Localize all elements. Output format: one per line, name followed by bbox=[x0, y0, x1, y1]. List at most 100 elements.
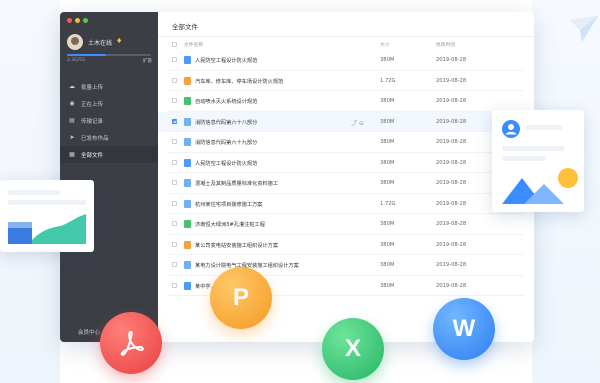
file-size: 380M bbox=[380, 57, 395, 63]
sidebar-item-label: 传输记录 bbox=[81, 118, 104, 125]
column-header-size[interactable]: 大小 bbox=[380, 41, 390, 48]
row-checkbox[interactable] bbox=[172, 221, 177, 226]
maximize-window-button[interactable] bbox=[83, 18, 88, 23]
column-header-date[interactable]: 修改时间 bbox=[436, 41, 455, 48]
row-checkbox[interactable] bbox=[172, 241, 177, 247]
row-actions: ⤴ ⊖ bbox=[351, 118, 364, 127]
acrobat-icon bbox=[120, 331, 144, 356]
minimize-window-button[interactable] bbox=[75, 18, 80, 23]
sidebar-item-published[interactable]: ➤ 已发布作品 bbox=[60, 129, 158, 146]
username: 土木在线 bbox=[88, 40, 113, 47]
file-date: 2019-08-28 bbox=[436, 282, 467, 289]
window-controls bbox=[67, 18, 88, 23]
row-checkbox[interactable] bbox=[172, 77, 177, 83]
file-size: 380M bbox=[380, 241, 395, 248]
avatar[interactable] bbox=[67, 34, 83, 50]
more-icon[interactable]: ⊖ bbox=[357, 120, 364, 127]
file-name[interactable]: 自动喷水灭火系统设计规范 bbox=[195, 98, 257, 105]
sidebar-item-transfer-record[interactable]: ▤ 传输记录 bbox=[60, 112, 158, 129]
select-all-checkbox[interactable] bbox=[172, 42, 177, 47]
row-checkbox[interactable] bbox=[172, 262, 177, 267]
sidebar-item-batch-upload[interactable]: ☁ 批量上传 bbox=[60, 78, 158, 95]
file-date: 2019-08-28 bbox=[436, 159, 467, 166]
table-row[interactable]: 济南恒大绿洲3#孔灌注桩工程 380M 2019-08-28 bbox=[158, 214, 534, 235]
user-icon bbox=[502, 120, 520, 138]
table-row[interactable]: 自动喷水灭火系统设计规范 380M 2019-08-28 bbox=[158, 91, 534, 112]
ppt-badge: P bbox=[210, 267, 272, 329]
file-name[interactable]: 人民防空工程设计防火规范 bbox=[195, 57, 257, 64]
app-window: 土木在线 ♦ 2.3G/5G 扩容 ☁ 批量上传 ◉ 正在上传 ▤ 传输记录 ➤… bbox=[60, 12, 534, 342]
file-date: 2019-08-28 bbox=[436, 77, 467, 84]
file-date: 2019-08-28 bbox=[436, 118, 467, 125]
column-header-name[interactable]: 文件名称 bbox=[184, 41, 203, 48]
file-name[interactable]: 消防信息代码第六十九部分 bbox=[195, 139, 257, 146]
file-icon bbox=[184, 179, 191, 187]
file-size: 380M bbox=[380, 118, 395, 125]
table-row[interactable]: 汽车库、修车库、停车场设计防火规范 1.72G 2019-08-28 bbox=[158, 71, 534, 91]
sidebar-item-uploading[interactable]: ◉ 正在上传 bbox=[60, 95, 158, 112]
file-date: 2019-08-28 bbox=[436, 57, 467, 63]
file-size: 380M bbox=[380, 221, 395, 227]
table-row[interactable]: 某电力设计院电气工程安装施工组织设计方案 380M 2019-08-28 bbox=[158, 255, 534, 276]
file-icon bbox=[184, 281, 191, 290]
file-size: 380M bbox=[380, 262, 395, 268]
sidebar-item-label: 正在上传 bbox=[81, 101, 104, 108]
file-icon bbox=[184, 117, 191, 126]
transfer-record-icon: ▤ bbox=[69, 116, 75, 124]
row-checkbox[interactable] bbox=[172, 118, 177, 124]
row-checkbox[interactable] bbox=[172, 139, 177, 144]
file-icon bbox=[184, 220, 191, 228]
table-row[interactable]: 杭州某住宅项目装修施工方案 1.72G 2019-08-28 bbox=[158, 194, 534, 214]
placeholder-line bbox=[526, 125, 562, 130]
table-row[interactable]: 消防信息代码第六十九部分 380M 2019-08-28 bbox=[158, 132, 534, 153]
table-row[interactable]: 消防信息代码第六十八部分 ⤴ ⊖ 380M 2019-08-28 bbox=[158, 111, 534, 132]
divider bbox=[158, 36, 534, 37]
file-icon bbox=[184, 138, 191, 146]
file-icon bbox=[184, 158, 191, 167]
file-name[interactable]: 消防信息代码第六十八部分 bbox=[195, 119, 257, 126]
table-header: 文件名称 大小 修改时间 bbox=[158, 40, 534, 50]
row-checkbox[interactable] bbox=[172, 57, 177, 62]
file-name[interactable]: 人民防空工程设计防火规范 bbox=[195, 160, 257, 167]
file-icon bbox=[184, 199, 191, 208]
file-name[interactable]: 济南恒大绿洲3#孔灌注桩工程 bbox=[195, 221, 265, 228]
area-chart-icon bbox=[8, 214, 86, 244]
file-size: 380M bbox=[380, 282, 395, 289]
file-name[interactable]: 某公司变电站安装施工组织设计方案 bbox=[195, 242, 278, 249]
page-title: 全部文件 bbox=[172, 23, 198, 31]
close-window-button[interactable] bbox=[67, 18, 72, 23]
file-icon bbox=[184, 56, 191, 64]
row-checkbox[interactable] bbox=[172, 282, 177, 288]
uploading-icon: ◉ bbox=[69, 99, 75, 107]
file-date: 2019-08-28 bbox=[436, 262, 467, 268]
excel-badge: X bbox=[322, 318, 384, 380]
row-checkbox[interactable] bbox=[172, 200, 177, 206]
storage-text: 2.3G/5G bbox=[67, 58, 86, 63]
expand-storage-button[interactable]: 扩容 bbox=[143, 58, 152, 64]
upload-cloud-icon: ☁ bbox=[69, 82, 75, 90]
file-size: 380M bbox=[380, 180, 395, 186]
pdf-badge bbox=[100, 312, 162, 374]
file-name[interactable]: 汽车库、修车库、停车场设计防火规范 bbox=[195, 78, 283, 85]
table-row[interactable]: 混凝土及其制品质量标准化资料施工 380M 2019-08-28 bbox=[158, 173, 534, 194]
row-checkbox[interactable] bbox=[172, 98, 177, 103]
grid-icon: ▦ bbox=[69, 150, 75, 158]
row-checkbox[interactable] bbox=[172, 159, 177, 165]
placeholder-line bbox=[502, 156, 546, 161]
file-name[interactable]: 杭州某住宅项目装修施工方案 bbox=[195, 201, 262, 208]
file-icon bbox=[184, 261, 191, 269]
table-row[interactable]: 人民防空工程设计防火规范 380M 2019-08-28 bbox=[158, 50, 534, 71]
sidebar-item-all-files[interactable]: ▦ 全部文件 bbox=[60, 146, 158, 163]
row-checkbox[interactable] bbox=[172, 180, 177, 185]
table-row[interactable]: 人民防空工程设计防火规范 380M 2019-08-28 bbox=[158, 153, 534, 173]
placeholder-line bbox=[502, 146, 564, 151]
file-name[interactable]: 混凝土及其制品质量标准化资料施工 bbox=[195, 180, 278, 187]
file-size: 380M bbox=[380, 139, 395, 145]
sidebar: 土木在线 ♦ 2.3G/5G 扩容 ☁ 批量上传 ◉ 正在上传 ▤ 传输记录 ➤… bbox=[60, 12, 158, 342]
file-date: 2019-08-28 bbox=[436, 241, 467, 248]
table-row[interactable]: 某公司变电站安装施工组织设计方案 380M 2019-08-28 bbox=[158, 235, 534, 255]
member-center-link[interactable]: 会员中心 bbox=[78, 328, 100, 336]
file-date: 2019-08-28 bbox=[436, 200, 467, 207]
sidebar-item-label: 批量上传 bbox=[81, 84, 104, 91]
diamond-icon: ♦ bbox=[116, 37, 123, 45]
